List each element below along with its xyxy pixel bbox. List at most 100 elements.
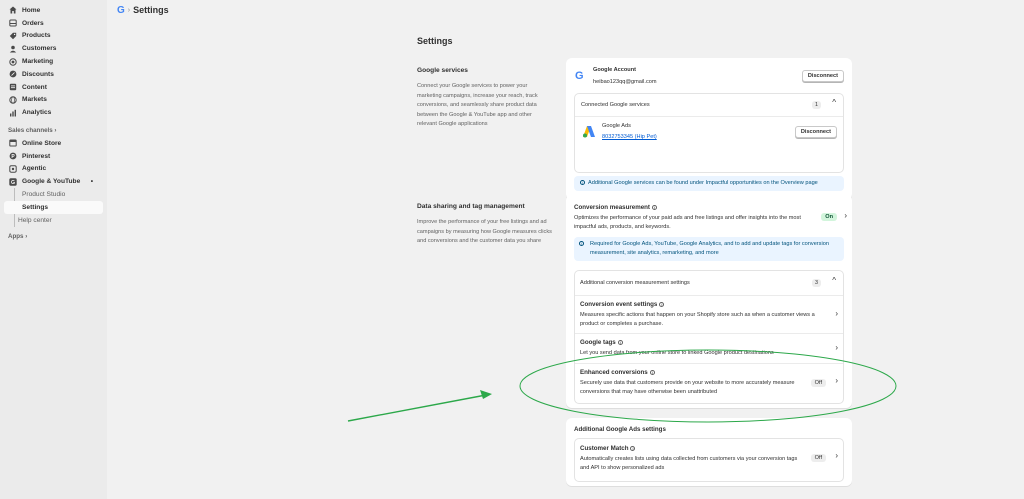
sidebar-item-label: Pinterest [22, 152, 51, 160]
customer-match-box: Customer Match i Automatically creates li… [574, 438, 844, 482]
topbar-title: Settings [133, 5, 169, 15]
info-icon[interactable]: i [659, 301, 665, 307]
info-icon[interactable]: i [652, 204, 657, 210]
divider [575, 295, 843, 296]
event-settings-desc: Measures specific actions that happen on… [580, 312, 815, 327]
breadcrumb-separator: › [127, 6, 131, 14]
sidebar-sub-help-center[interactable]: Help center [4, 214, 103, 227]
google-logo-icon: G [117, 4, 125, 16]
pinterest-icon: P [8, 152, 17, 161]
sidebar: Home Orders Products Customers Marketing Disc… [0, 0, 107, 499]
enhanced-chevron-right-icon[interactable]: › [835, 376, 838, 385]
customer-match-title: Customer Match i [580, 445, 636, 452]
info-icon[interactable]: i [630, 445, 636, 451]
svg-text:G: G [10, 180, 14, 186]
sidebar-item-orders[interactable]: Orders [4, 17, 103, 30]
sidebar-channel-pinterest[interactable]: P Pinterest [4, 150, 103, 163]
sidebar-item-label: Analytics [22, 109, 52, 117]
ads-settings-card: Additional Google Ads settings Customer … [566, 418, 852, 486]
info-icon: i [579, 241, 584, 246]
event-chevron-right-icon[interactable]: › [835, 309, 838, 318]
sidebar-item-label: Agentic [22, 165, 47, 173]
sidebar-sub-product-studio[interactable]: Product Studio [4, 188, 103, 201]
sidebar-item-label: Discounts [22, 70, 54, 78]
conversion-measurement-desc: Optimizes the performance of your paid a… [574, 215, 801, 230]
customer-match-chevron-right-icon[interactable]: › [835, 451, 838, 460]
google-ads-label: Google Ads [602, 123, 631, 129]
info-icon[interactable]: i [617, 339, 623, 345]
divider [575, 363, 843, 364]
store-icon [8, 139, 17, 148]
target-icon [8, 57, 17, 66]
conversion-chevron-right-icon[interactable]: › [844, 211, 847, 220]
chart-icon [8, 108, 17, 117]
divider [575, 116, 843, 117]
sidebar-channel-online-store[interactable]: Online Store [4, 137, 103, 150]
data-sharing-card: Conversion measurement i Optimizes the pe… [566, 195, 852, 408]
sidebar-channel-google-youtube[interactable]: G Google & YouTube • [4, 175, 103, 188]
connected-count-badge: 1 [812, 101, 821, 109]
google-ads-account-link[interactable]: 8032753345 (Hip Pet) [602, 134, 657, 140]
sidebar-channel-agentic[interactable]: Agentic [4, 163, 103, 176]
conversion-measurement-title: Conversion measurement i [574, 204, 657, 211]
connected-services-box: Connected Google services 1 ^ Google Ads… [574, 93, 844, 173]
google-tags-title: Google tags i [580, 339, 623, 346]
page-title: Settings [417, 36, 453, 46]
customer-match-desc: Automatically creates lists using data c… [580, 456, 798, 471]
apps-label[interactable]: Apps › [4, 231, 103, 244]
data-sharing-description: Improve the performance of your free lis… [417, 219, 552, 244]
disconnect-ads-button[interactable]: Disconnect [794, 126, 837, 138]
disconnect-account-button[interactable]: Disconnect [801, 70, 844, 82]
google-services-card: G Google Account heibao123qq@gmail.com D… [566, 58, 852, 200]
sidebar-item-products[interactable]: Products [4, 30, 103, 43]
sidebar-item-label: Online Store [22, 139, 62, 147]
conversion-info: i Required for Google Ads, YouTube, Googl… [574, 237, 844, 261]
google-services-info-text: Additional Google services can be found … [588, 180, 818, 186]
info-icon[interactable]: i [649, 369, 655, 375]
sidebar-item-customers[interactable]: Customers [4, 42, 103, 55]
sidebar-item-label: Marketing [22, 58, 54, 66]
sidebar-item-label: Home [22, 6, 41, 14]
sidebar-item-label: Customers [22, 45, 57, 53]
sales-channels-label[interactable]: Sales channels › [4, 124, 103, 137]
sidebar-item-content[interactable]: Content [4, 81, 103, 94]
tag-icon [8, 31, 17, 40]
sidebar-item-label: Products [22, 32, 51, 40]
enhanced-status-badge: Off [810, 379, 826, 387]
main-content: Settings Google services Connect your Go… [107, 20, 1024, 499]
google-account-email: heibao123qq@gmail.com [593, 79, 657, 85]
enhanced-conversions-title: Enhanced conversions i [580, 369, 655, 376]
data-sharing-heading: Data sharing and tag management [417, 203, 525, 210]
sidebar-item-analytics[interactable]: Analytics [4, 106, 103, 119]
content-icon [8, 83, 17, 92]
collapse-chevron-icon[interactable]: ^ [832, 98, 836, 107]
google-services-info: i Additional Google services can be found… [574, 176, 844, 191]
sidebar-item-label: Orders [22, 19, 44, 27]
data-sharing-section: Data sharing and tag management Improve … [417, 203, 552, 247]
sidebar-item-label: Google & YouTube [22, 178, 81, 186]
google-icon: G [8, 177, 17, 186]
customer-match-status-badge: Off [810, 454, 826, 462]
sidebar-item-home[interactable]: Home [4, 4, 103, 17]
event-settings-title: Conversion event settings i [580, 301, 665, 308]
google-g-icon: G [575, 70, 584, 82]
connected-services-label: Connected Google services [581, 102, 650, 108]
sidebar-sub-settings[interactable]: Settings [4, 200, 103, 214]
additional-settings-label: Additional conversion measurement settin… [580, 280, 690, 286]
google-account-label: Google Account [593, 67, 636, 73]
collapse-chevron-icon[interactable]: ^ [832, 276, 836, 285]
sidebar-item-discounts[interactable]: Discounts [4, 68, 103, 81]
google-services-description: Connect your Google services to power yo… [417, 83, 538, 127]
orders-icon [8, 19, 17, 28]
home-icon [8, 6, 17, 15]
topbar: G › Settings [107, 0, 1024, 20]
agentic-icon [8, 164, 17, 173]
additional-conversion-box: Additional conversion measurement settin… [574, 270, 844, 404]
google-ads-icon [583, 126, 595, 138]
sidebar-item-marketing[interactable]: Marketing [4, 55, 103, 68]
conversion-status-badge: On [821, 213, 837, 221]
sidebar-item-markets[interactable]: Markets [4, 94, 103, 107]
tags-chevron-right-icon[interactable]: › [835, 343, 838, 352]
globe-icon [8, 95, 17, 104]
more-dot-icon[interactable]: • [91, 178, 93, 185]
